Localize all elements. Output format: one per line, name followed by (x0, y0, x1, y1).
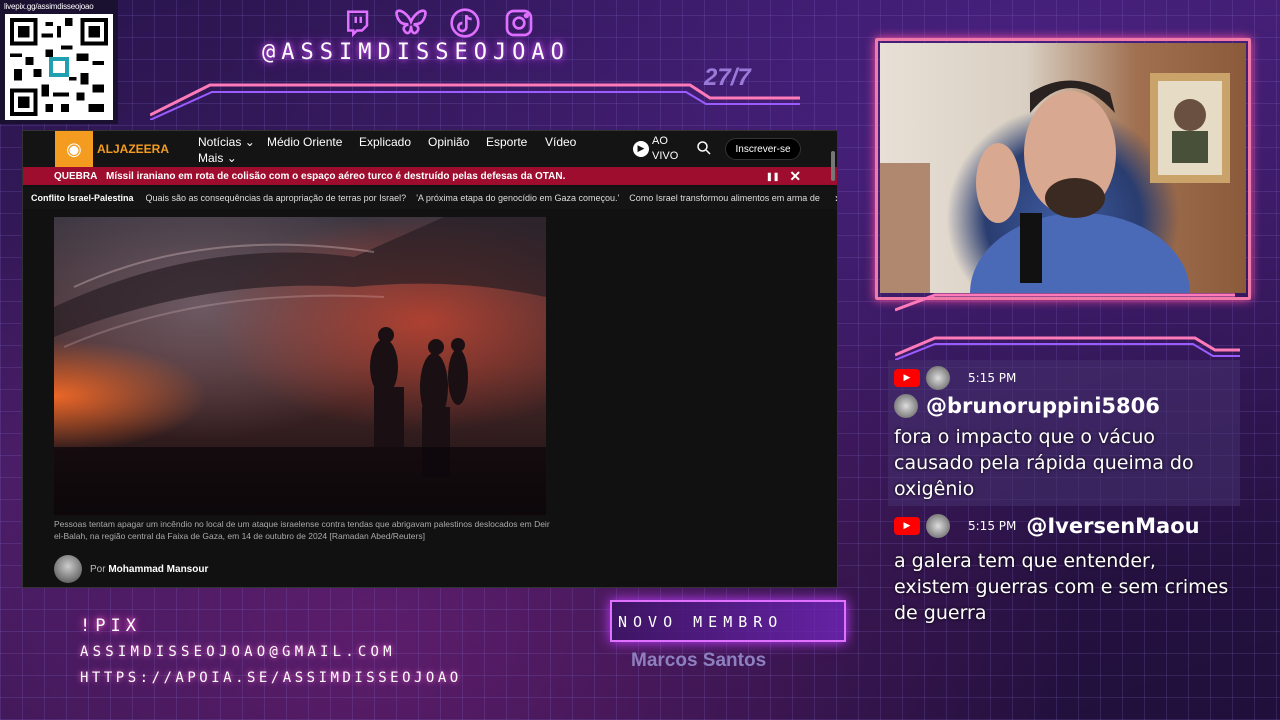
chat-username[interactable]: @IversenMaou (1026, 514, 1199, 538)
stream-date: 27/7 (704, 64, 751, 91)
instagram-icon (502, 6, 536, 40)
neon-decoration-chat (895, 293, 1240, 360)
site-header: ◉ ALJAZEERA Notícias ⌄ Mais ⌄ Médio Orie… (23, 131, 837, 167)
youtube-icon: ▶ (894, 369, 920, 387)
chat-message-text: fora o impacto que o vácuo causado pela … (894, 426, 1194, 500)
author-byline[interactable]: Por Mohammad Mansour (54, 555, 208, 583)
nav-opiniao[interactable]: Opinião (428, 135, 469, 149)
live-link[interactable]: AO VIVO (652, 134, 678, 164)
photo-caption: Pessoas tentam apagar um incêndio no loc… (54, 519, 550, 541)
scrollbar[interactable] (831, 151, 835, 181)
pix-label: !PIX (80, 616, 141, 636)
nav-medio-oriente[interactable]: Médio Oriente (267, 135, 342, 149)
tiktok-icon (448, 6, 482, 40)
nav-mais[interactable]: Mais ⌄ (198, 151, 237, 165)
play-icon[interactable]: ▶ (633, 141, 649, 157)
webcam-frame (875, 38, 1251, 300)
topic-link[interactable]: Quais são as consequências da apropriaçã… (146, 193, 407, 203)
qr-code[interactable] (5, 14, 113, 120)
breaking-text[interactable]: Míssil iraniano em rota de colisão com o… (106, 171, 766, 182)
chat-panel: ▶ 5:15 PM @brunoruppini5806 fora o impac… (888, 360, 1240, 628)
aljazeera-logo-icon[interactable]: ◉ (55, 131, 93, 167)
message-time: 5:15 PM (968, 519, 1017, 533)
nav-noticias[interactable]: Notícias ⌄ (198, 135, 255, 149)
fire-scene-illustration (54, 217, 546, 515)
breaking-news-bar[interactable]: QUEBRA Míssil iraniano em rota de colisã… (23, 167, 837, 185)
chevron-right-icon[interactable]: › (835, 191, 837, 205)
topic-link[interactable]: 'A próxima etapa do genocídio em Gaza co… (416, 193, 619, 203)
author-avatar (54, 555, 82, 583)
chat-message: ▶ 5:15 PM @IversenMaou a galera tem que … (888, 512, 1240, 628)
message-time: 5:15 PM (968, 371, 1017, 385)
pause-icon[interactable]: ❚❚ (766, 172, 779, 181)
subscribe-button[interactable]: Inscrever-se (725, 138, 801, 160)
brand-name[interactable]: ALJAZEERA (97, 142, 169, 156)
neon-decoration-top (150, 83, 800, 120)
nav-explicado[interactable]: Explicado (359, 135, 411, 149)
nav-esporte[interactable]: Esporte (486, 135, 527, 149)
breaking-label: QUEBRA (54, 170, 98, 182)
qr-url: livepix.gg/assimdisseojoao (4, 2, 94, 11)
youtube-icon: ▶ (894, 517, 920, 535)
contact-email: ASSIMDISSEOJOAO@GMAIL.COM (80, 644, 396, 660)
close-icon[interactable]: ✕ (789, 168, 801, 185)
topics-label[interactable]: Conflito Israel-Palestina (23, 193, 134, 203)
chevron-down-icon: ⌄ (244, 135, 255, 149)
twitch-icon (340, 6, 374, 40)
new-member-name: Marcos Santos (631, 650, 767, 671)
topics-bar: Conflito Israel-Palestina Quais são as c… (23, 187, 837, 209)
avatar (894, 394, 918, 418)
avatar (926, 366, 950, 390)
chat-username[interactable]: @brunoruppini5806 (926, 394, 1160, 418)
nav-video[interactable]: Vídeo (545, 135, 576, 149)
author-name[interactable]: Mohammad Mansour (108, 564, 208, 575)
browser-window: ◉ ALJAZEERA Notícias ⌄ Mais ⌄ Médio Orie… (22, 130, 838, 588)
chat-message-text: a galera tem que entender, existem guerr… (894, 550, 1229, 624)
apoia-link: HTTPS://APOIA.SE/ASSIMDISSEOJOAO (80, 670, 462, 686)
topic-link[interactable]: Como Israel transformou alimentos em arm… (629, 193, 829, 203)
bluesky-icon (394, 6, 428, 40)
article-photo (54, 217, 546, 515)
search-icon[interactable] (695, 139, 713, 161)
avatar (926, 514, 950, 538)
channel-handle: @ASSIMDISSEOJOAO (262, 40, 570, 65)
chat-message: ▶ 5:15 PM @brunoruppini5806 fora o impac… (888, 360, 1240, 506)
chevron-down-icon: ⌄ (226, 151, 237, 165)
new-member-label: NOVO MEMBRO (618, 613, 784, 631)
social-icons (340, 6, 536, 40)
